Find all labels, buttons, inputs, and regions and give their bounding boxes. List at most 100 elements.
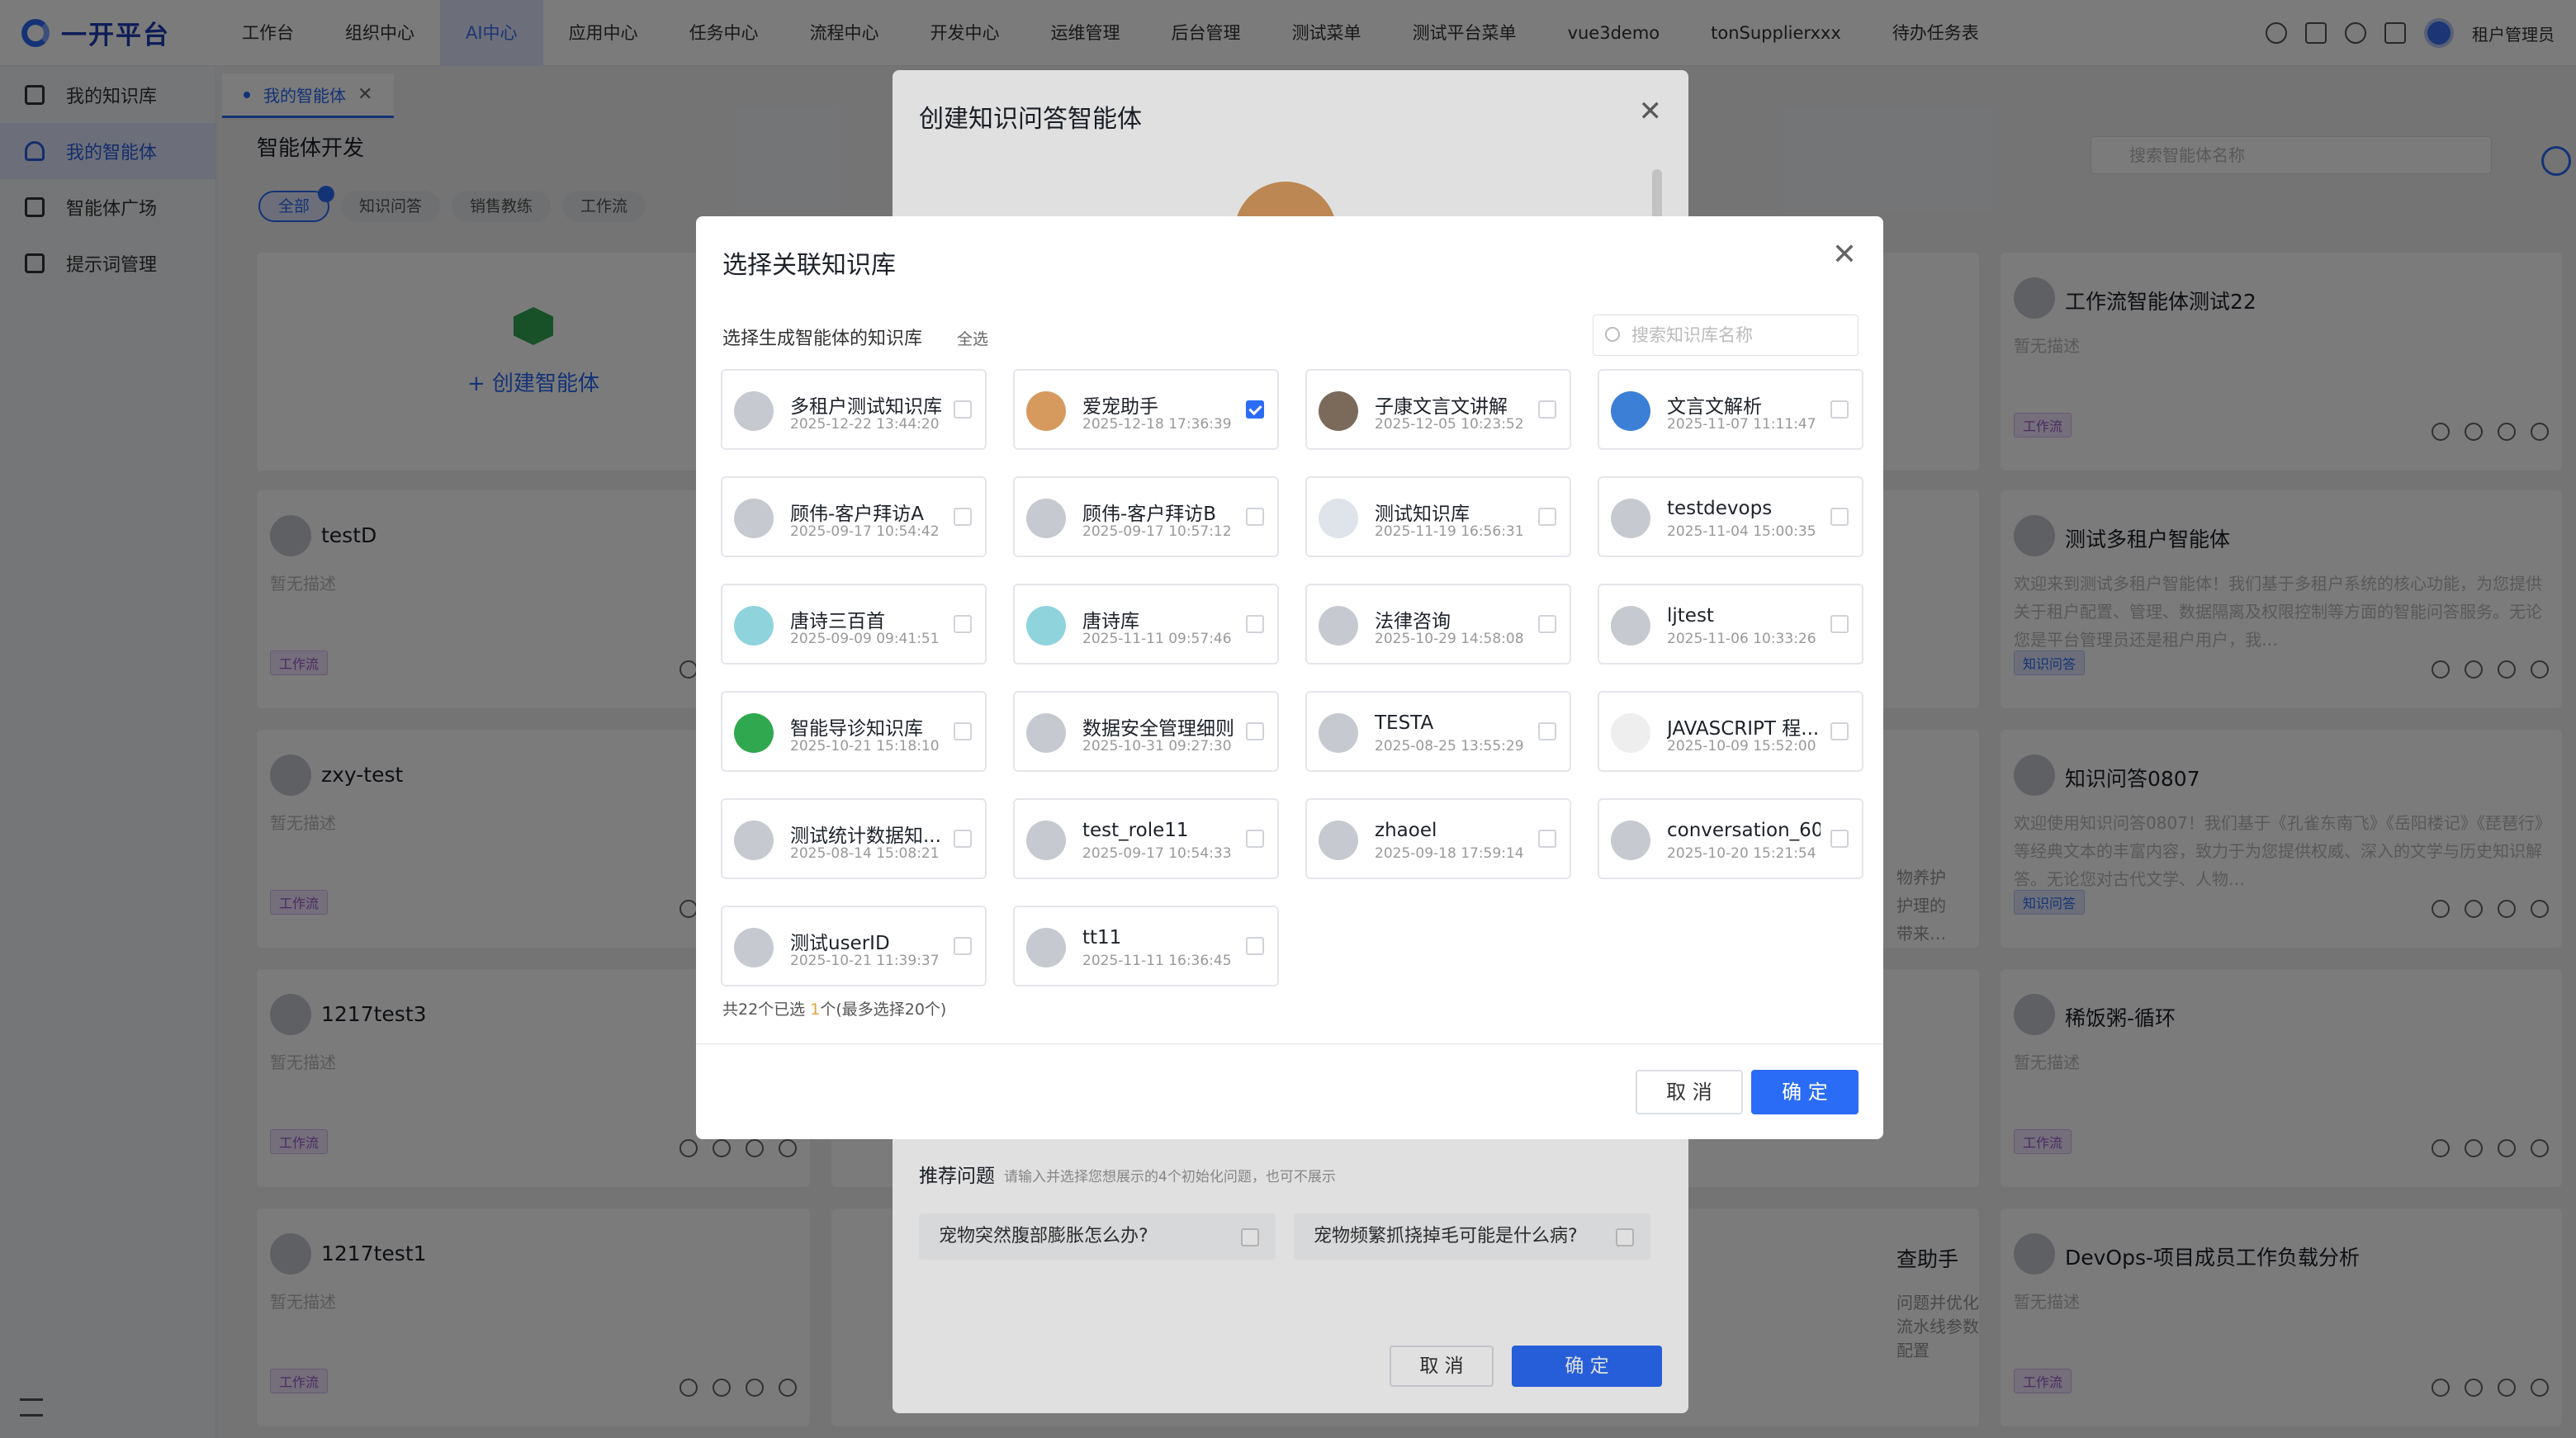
- kb-item[interactable]: 文言文解析 2025-11-07 11:11:47: [1598, 369, 1863, 450]
- kb-checkbox[interactable]: [1246, 722, 1264, 740]
- close-icon[interactable]: ✕: [1832, 238, 1857, 272]
- kb-checkbox[interactable]: [954, 722, 972, 740]
- kb-date: 2025-09-17 10:57:12: [1082, 523, 1232, 540]
- kb-item[interactable]: 唐诗三百首 2025-09-09 09:41:51: [721, 584, 987, 665]
- cancel-button[interactable]: 取 消: [1636, 1070, 1743, 1114]
- kb-item[interactable]: 子康文言文讲解 2025-12-05 10:23:52: [1305, 369, 1571, 450]
- kb-date: 2025-09-17 10:54:42: [790, 523, 940, 540]
- kb-item[interactable]: 数据安全管理细则 2025-10-31 09:27:30: [1013, 691, 1279, 772]
- kb-checkbox[interactable]: [1830, 508, 1849, 526]
- kb-avatar-icon: [1026, 391, 1066, 431]
- kb-date: 2025-12-18 17:36:39: [1082, 416, 1232, 433]
- kb-date: 2025-09-18 17:59:14: [1375, 845, 1524, 862]
- kb-name: zhaoel: [1375, 820, 1437, 841]
- kb-date: 2025-08-14 15:08:21: [790, 845, 940, 862]
- search-icon: [1605, 327, 1620, 342]
- select-kb-modal: 选择关联知识库 ✕ 选择生成智能体的知识库 全选 搜索知识库名称 多租户测试知识…: [696, 216, 1883, 1139]
- kb-item[interactable]: JAVASCRIPT 程... 2025-10-09 15:52:00: [1598, 691, 1863, 772]
- kb-date: 2025-08-25 13:55:29: [1375, 738, 1524, 754]
- kb-select-label: 选择生成智能体的知识库: [722, 329, 923, 349]
- kb-checkbox[interactable]: [1830, 400, 1849, 419]
- kb-name: 爱宠助手: [1082, 396, 1158, 418]
- kb-name: 多租户测试知识库: [790, 396, 942, 418]
- count-number: 1: [810, 1000, 821, 1019]
- kb-name: 顾伟-客户拜访B: [1082, 504, 1217, 525]
- kb-checkbox[interactable]: [954, 937, 972, 955]
- kb-checkbox[interactable]: [1538, 615, 1556, 633]
- kb-checkbox[interactable]: [954, 508, 972, 526]
- kb-avatar-icon: [734, 606, 774, 646]
- kb-date: 2025-11-19 16:56:31: [1375, 523, 1524, 540]
- kb-avatar-icon: [1319, 391, 1358, 431]
- kb-checkbox[interactable]: [1538, 722, 1556, 740]
- kb-checkbox[interactable]: [1246, 937, 1264, 955]
- kb-checkbox[interactable]: [1246, 615, 1264, 633]
- kb-date: 2025-12-22 13:44:20: [790, 416, 940, 433]
- kb-search-input[interactable]: 搜索知识库名称: [1593, 315, 1859, 356]
- kb-avatar-icon: [1611, 606, 1650, 646]
- select-all-link[interactable]: 全选: [957, 327, 988, 349]
- kb-checkbox[interactable]: [1830, 615, 1849, 633]
- kb-item[interactable]: 爱宠助手 2025-12-18 17:36:39: [1013, 369, 1279, 450]
- kb-item[interactable]: test_role11 2025-09-17 10:54:33: [1013, 798, 1279, 879]
- kb-item[interactable]: 测试知识库 2025-11-19 16:56:31: [1305, 476, 1571, 557]
- kb-checkbox[interactable]: [1246, 400, 1264, 419]
- kb-checkbox[interactable]: [1830, 830, 1849, 848]
- kb-item[interactable]: 唐诗库 2025-11-11 09:57:46: [1013, 584, 1279, 665]
- kb-date: 2025-10-09 15:52:00: [1667, 738, 1816, 754]
- kb-item[interactable]: 多租户测试知识库 2025-12-22 13:44:20: [721, 369, 987, 450]
- kb-item[interactable]: 顾伟-客户拜访B 2025-09-17 10:57:12: [1013, 476, 1279, 557]
- kb-item[interactable]: ljtest 2025-11-06 10:33:26: [1598, 584, 1863, 665]
- kb-name: 测试知识库: [1375, 504, 1470, 525]
- kb-date: 2025-11-04 15:00:35: [1667, 523, 1816, 540]
- count-prefix: 共22个已选: [722, 1000, 811, 1019]
- kb-item[interactable]: 测试统计数据知... 2025-08-14 15:08:21: [721, 798, 987, 879]
- kb-avatar-icon: [734, 821, 774, 860]
- kb-checkbox[interactable]: [1246, 830, 1264, 848]
- kb-date: 2025-09-17 10:54:33: [1082, 845, 1232, 862]
- kb-name: 顾伟-客户拜访A: [790, 504, 925, 525]
- kb-name: 文言文解析: [1667, 396, 1762, 418]
- kb-checkbox[interactable]: [954, 615, 972, 633]
- kb-name: 数据安全管理细则: [1082, 718, 1234, 740]
- kb-item[interactable]: 测试userID 2025-10-21 11:39:37: [721, 906, 987, 986]
- kb-checkbox[interactable]: [954, 400, 972, 419]
- kb-item[interactable]: 顾伟-客户拜访A 2025-09-17 10:54:42: [721, 476, 987, 557]
- kb-date: 2025-09-09 09:41:51: [790, 631, 940, 647]
- kb-date: 2025-12-05 10:23:52: [1375, 416, 1524, 433]
- kb-checkbox[interactable]: [1246, 508, 1264, 526]
- kb-item[interactable]: conversation_60... 2025-10-20 15:21:54: [1598, 798, 1863, 879]
- kb-name: JAVASCRIPT 程...: [1667, 718, 1820, 740]
- confirm-button[interactable]: 确 定: [1751, 1070, 1859, 1114]
- kb-avatar-icon: [1026, 606, 1066, 646]
- kb-item[interactable]: 智能导诊知识库 2025-10-21 15:18:10: [721, 691, 987, 772]
- kb-item[interactable]: zhaoel 2025-09-18 17:59:14: [1305, 798, 1571, 879]
- kb-item[interactable]: testdevops 2025-11-04 15:00:35: [1598, 476, 1863, 557]
- kb-checkbox[interactable]: [1538, 830, 1556, 848]
- kb-date: 2025-11-11 09:57:46: [1082, 631, 1232, 647]
- kb-avatar-icon: [1026, 713, 1066, 753]
- kb-avatar-icon: [1026, 499, 1066, 538]
- kb-date: 2025-11-11 16:36:45: [1082, 953, 1232, 969]
- kb-name: 子康文言文讲解: [1375, 396, 1508, 418]
- kb-checkbox[interactable]: [1538, 400, 1556, 419]
- kb-avatar-icon: [734, 391, 774, 431]
- kb-avatar-icon: [1611, 821, 1650, 860]
- kb-name: tt11: [1082, 927, 1122, 948]
- kb-checkbox[interactable]: [1830, 722, 1849, 740]
- kb-name: conversation_60...: [1667, 820, 1821, 841]
- kb-item[interactable]: 法律咨询 2025-10-29 14:58:08: [1305, 584, 1571, 665]
- kb-date: 2025-11-07 11:11:47: [1667, 416, 1816, 433]
- kb-item[interactable]: tt11 2025-11-11 16:36:45: [1013, 906, 1279, 986]
- kb-checkbox[interactable]: [1538, 508, 1556, 526]
- kb-avatar-icon: [734, 499, 774, 538]
- kb-grid: 多租户测试知识库 2025-12-22 13:44:20 爱宠助手 2025-12-1…: [721, 369, 1863, 986]
- kb-avatar-icon: [734, 713, 774, 753]
- kb-checkbox[interactable]: [954, 830, 972, 848]
- kb-item[interactable]: TESTA 2025-08-25 13:55:29: [1305, 691, 1571, 772]
- kb-name: testdevops: [1667, 498, 1773, 519]
- kb-date: 2025-10-21 11:39:37: [790, 953, 940, 969]
- count-suffix: 个(最多选择20个): [820, 1000, 947, 1019]
- kb-date: 2025-10-29 14:58:08: [1375, 631, 1524, 647]
- kb-name: 智能导诊知识库: [790, 718, 923, 740]
